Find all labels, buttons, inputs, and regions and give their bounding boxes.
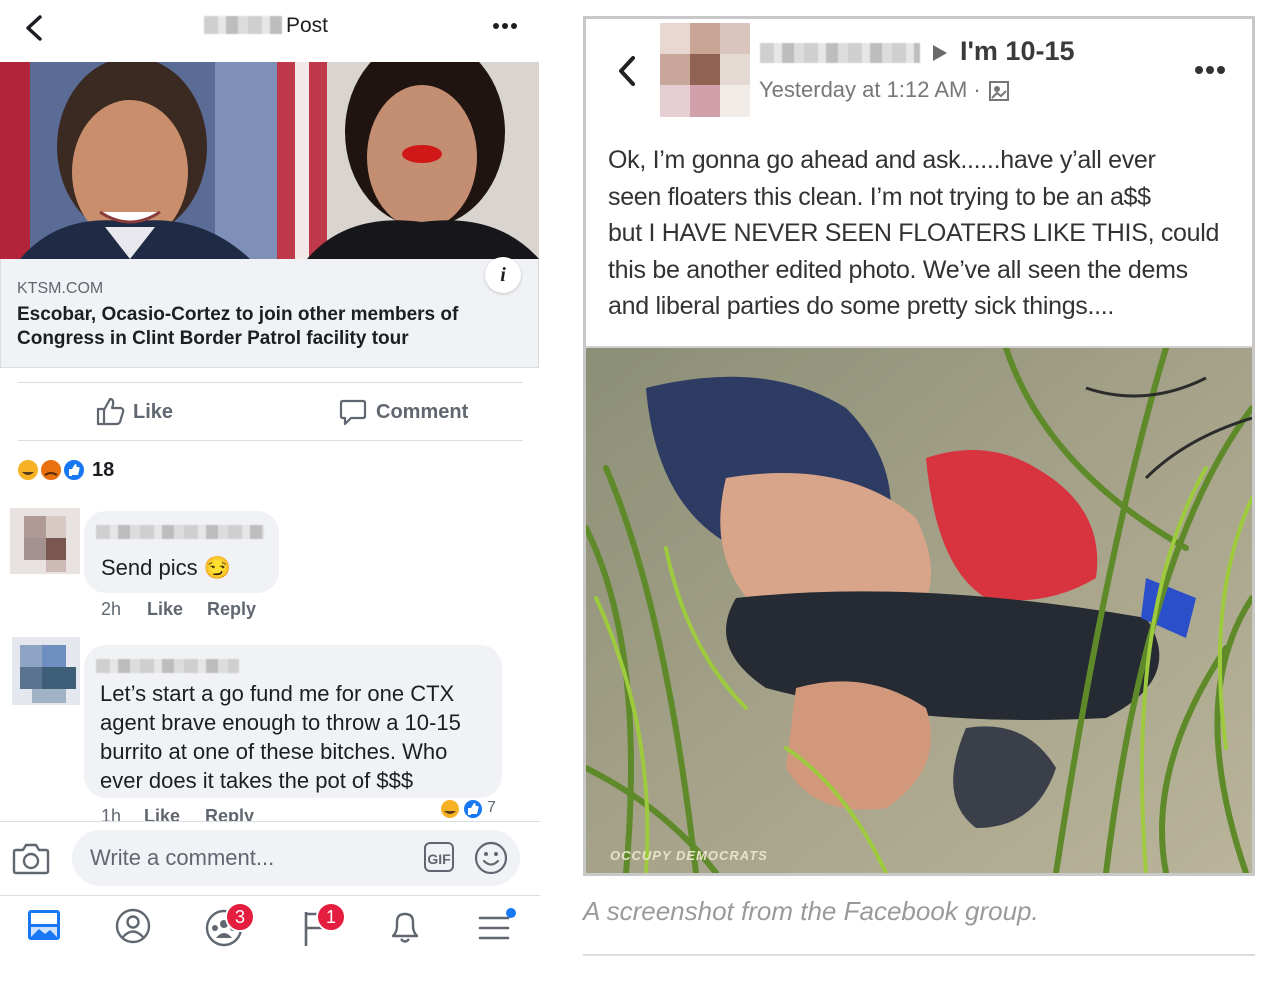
comment-label: Comment [376, 401, 469, 423]
divider [0, 821, 540, 822]
riverbank-photo [586, 348, 1252, 873]
public-icon [989, 81, 1009, 101]
avatar[interactable] [12, 637, 80, 705]
comment-reply-link[interactable]: Reply [207, 599, 256, 620]
comment-reply-link[interactable]: Reply [205, 806, 254, 821]
comment-bubble[interactable]: Send pics 😏 [84, 511, 279, 593]
comment-placeholder: Write a comment... [90, 845, 275, 870]
comment-like-link[interactable]: Like [147, 599, 183, 620]
hamburger-menu-icon [478, 908, 516, 940]
pixelated-avatar [12, 637, 80, 705]
bell-icon[interactable] [387, 908, 423, 946]
post-line: and liberal parties do some pretty sick … [608, 292, 1115, 320]
pixelated-avatar [10, 508, 80, 574]
facebook-group-post-screenshot: I'm 10-15 Yesterday at 1:12 AM · Ok, I’m… [583, 16, 1255, 876]
divider [0, 895, 540, 896]
comment-input[interactable]: Write a comment... GIF [72, 830, 520, 886]
caption-divider [583, 954, 1255, 956]
chevron-left-icon[interactable] [616, 55, 638, 87]
groups-tab[interactable]: 3 [205, 902, 255, 948]
pixelated-avatar [660, 23, 750, 117]
like-label: Like [133, 401, 174, 423]
comment-text: Send pics 😏 [101, 555, 232, 580]
top-bar: Post [0, 0, 540, 58]
emoji-icon[interactable] [474, 841, 508, 875]
post-line: Ok, I’m gonna go ahead and ask......have… [608, 146, 1156, 174]
comment-meta-row: 1h Like Reply [0, 806, 540, 821]
post-line: but I HAVE NEVER SEEN FLOATERS LIKE THIS… [608, 219, 1220, 247]
avatar[interactable] [10, 508, 80, 574]
group-name[interactable]: I'm 10-15 [960, 36, 1075, 67]
play-arrow-icon [933, 45, 947, 61]
more-icon[interactable] [1194, 65, 1226, 75]
link-preview-card[interactable]: KTSM.COM Escobar, Ocasio-Cortez to join … [0, 257, 539, 368]
comment-like-link[interactable]: Like [144, 806, 180, 821]
link-headline: Escobar, Ocasio-Cortez to join other mem… [17, 304, 459, 349]
post-photo[interactable]: OCCUPY DEMOCRATS [586, 348, 1252, 873]
news-feed-icon[interactable] [26, 907, 62, 943]
post-line: this be another edited photo. We’ve all … [608, 255, 1188, 284]
notification-badge: 3 [225, 902, 255, 932]
portrait-photo [0, 62, 277, 259]
post-time: Yesterday at 1:12 AM · [759, 77, 981, 102]
image-caption: A screenshot from the Facebook group. [583, 896, 1039, 926]
profile-icon[interactable] [115, 908, 151, 944]
comment-bubble[interactable]: Let’s start a go fund me for one CTX age… [84, 645, 502, 798]
redacted-name [760, 43, 920, 63]
reaction-icons [16, 458, 86, 482]
comment-time: 2h [101, 599, 122, 619]
comment-text: Let’s start a go fund me for one CTX age… [100, 681, 461, 793]
thumbs-up-icon [96, 397, 125, 426]
reaction-count: 18 [92, 459, 115, 481]
notification-badge: 1 [316, 902, 346, 932]
redacted-commenter-name [96, 659, 239, 673]
portrait-photo [277, 62, 539, 259]
redacted-commenter-name [96, 525, 264, 539]
camera-icon[interactable] [12, 840, 50, 876]
divider [18, 440, 523, 441]
post-line: seen floaters this clean. I’m not trying… [608, 182, 1151, 211]
header-title: Post [286, 14, 329, 37]
link-image-ocasio-cortez[interactable] [277, 62, 539, 259]
events-tab[interactable]: 1 [300, 902, 346, 948]
gif-button[interactable]: GIF [424, 842, 454, 872]
redacted-name [204, 16, 282, 34]
post-body: Ok, I’m gonna go ahead and ask......have… [608, 142, 1248, 325]
menu-tab[interactable] [476, 908, 520, 944]
chevron-left-icon[interactable] [22, 14, 46, 42]
divider [18, 382, 523, 383]
watermark: OCCUPY DEMOCRATS [610, 848, 768, 863]
more-icon[interactable] [492, 22, 518, 30]
link-image-escobar[interactable] [0, 62, 277, 259]
info-icon[interactable]: i [485, 257, 521, 293]
comment-icon [339, 399, 367, 426]
comment-time: 1h [101, 806, 122, 821]
reactions-summary[interactable]: 18 [16, 457, 136, 483]
link-source: KTSM.COM [17, 280, 104, 297]
facebook-mobile-post-screen: Post KTSM.COM Escobar, Ocasio-Cortez to [0, 0, 540, 981]
